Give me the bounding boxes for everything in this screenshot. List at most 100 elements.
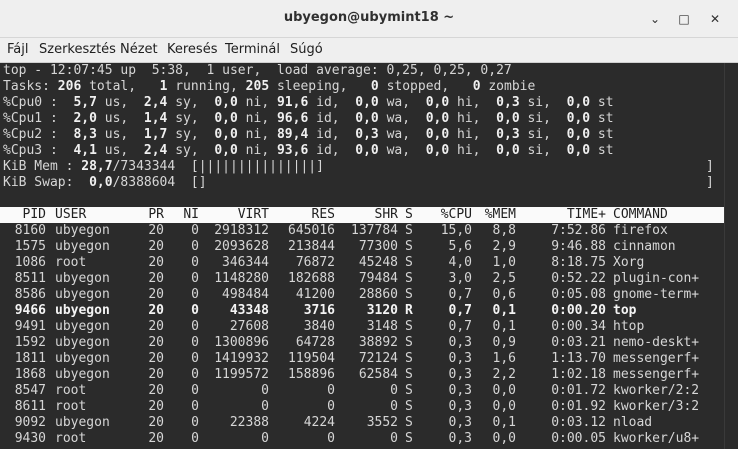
cell-shr: 0 [390,399,398,414]
cell-command: cinnamon [613,239,676,254]
cell-cpu: 0,3 [448,399,472,414]
column-header-ni[interactable]: NI [172,207,199,223]
column-header-command[interactable]: COMMAND [613,207,723,223]
menu-help[interactable]: Súgó [290,42,323,57]
menu-view[interactable]: Nézet [120,42,158,57]
minimize-icon[interactable]: ⌄ [648,12,662,26]
tasks-label: Tasks: [3,79,50,94]
cell-cpu: 5,6 [448,239,472,254]
column-header-mem[interactable]: %MEM [476,207,516,223]
table-row[interactable]: 8511 ubyegon 20 0 1148280 182688 79484 S 3,0 2,5 0… [0,271,724,287]
cpu-si: 0,0 [496,143,520,158]
cell-time: 0:03.21 [551,335,606,350]
cell-command: kworker/2:2 [613,383,700,398]
tasks-sleeping: 205 [245,79,270,94]
cpu-ni: 0,0 [214,143,238,158]
menu-file[interactable]: Fájl [7,42,28,57]
swap-label: KiB Swap: [3,175,74,190]
cpu-sy: 1,7 [143,127,168,142]
cell-ni: 0 [191,351,199,366]
cpu-hi: 0,0 [425,111,450,126]
table-row[interactable]: 9430 root 20 0 0 0 0 S 0,3 0,0 0:00.05 kworker/u8+ [0,431,724,447]
table-row[interactable]: 1086 root 20 0 346344 76872 45248 S 4,0 1,0 8:18.7… [0,255,724,271]
cpu-line: %Cpu3 : 4,1 us, 2,4 sy, 0,0 ni, 93,6 id,… [3,143,614,158]
menu-terminal[interactable]: Terminál [225,42,280,57]
table-row[interactable]: 1575 ubyegon 20 0 2093628 213844 77300 S 5,6 2,9 9… [0,239,724,255]
cell-mem: 0,9 [492,335,516,350]
cell-shr: 3552 [366,415,398,430]
cell-virt: 0 [261,399,269,414]
cell-user: ubyegon [55,223,110,238]
column-header-pr[interactable]: PR [140,207,164,223]
cell-virt: 498484 [222,287,269,302]
cell-ni: 0 [191,319,199,334]
column-header-user[interactable]: USER [55,207,135,223]
cell-pid: 9491 [14,319,46,334]
process-table-header[interactable]: PID USER PR NI VIRT RES SHR S %CPU %MEM TIME+ COMMA… [0,207,724,223]
cell-ni: 0 [191,415,199,430]
mem-bar: ||||||||||||||| [198,159,317,174]
menu-edit[interactable]: Szerkesztés [39,42,116,57]
column-header-shr[interactable]: SHR [340,207,398,223]
table-row[interactable]: 8160 ubyegon 20 0 2918312 645016 137784 S 15,0 8,… [0,223,724,239]
table-row[interactable]: 1868 ubyegon 20 0 1199572 158896 62584 S 0,3 2,2 1… [0,367,724,383]
cell-pid: 1086 [14,255,46,270]
column-header-time[interactable]: TIME+ [522,207,606,223]
column-header-state[interactable]: S [405,207,417,223]
column-header-res[interactable]: RES [274,207,335,223]
cell-state: S [405,239,413,254]
column-header-pid[interactable]: PID [0,207,46,223]
cell-pid: 1592 [14,335,46,350]
cpu-us: 4,1 [73,143,97,158]
cell-cpu: 0,3 [448,383,472,398]
close-icon[interactable]: ✕ [708,12,722,26]
cell-mem: 0,1 [492,415,516,430]
terminal-output[interactable]: top - 12:07:45 up 5:38, 1 user, load ave… [0,63,724,449]
cell-user: root [55,399,87,414]
tasks-stopped-label: stopped, [386,79,450,94]
cpu-line: %Cpu0 : 5,7 us, 2,4 sy, 0,0 ni, 91,6 id,… [3,95,614,110]
cpu-hi: 0,0 [425,95,450,110]
cell-pid: 1868 [14,367,46,382]
table-row[interactable]: 1811 ubyegon 20 0 1419932 119504 72124 S 0,3 1,6 1… [0,351,724,367]
cell-command: kworker/u8+ [613,431,700,446]
cell-pid: 8611 [14,399,46,414]
cell-time: 0:05.08 [551,287,606,302]
cell-pr: 20 [148,223,164,238]
cpu-wa: 0,0 [355,111,379,126]
cpu-st: 0,0 [566,127,591,142]
cpu-st: 0,0 [566,143,591,158]
tasks-total-label: total, [89,79,137,94]
table-row[interactable]: 9491 ubyegon 20 0 27608 3840 3148 S 0,7 0,1 0:00.3… [0,319,724,335]
cell-mem: 2,9 [492,239,516,254]
table-row[interactable]: 8611 root 20 0 0 0 0 S 0,3 0,0 0:01.92 kworker/3:2 [0,399,724,415]
tasks-running: 1 [159,79,168,94]
cell-command: Xorg [613,255,645,270]
cell-shr: 0 [390,383,398,398]
table-row[interactable]: 1592 ubyegon 20 0 1300896 64728 38892 S 0,3 0,9 0:… [0,335,724,351]
table-row[interactable]: 9092 ubyegon 20 0 22388 4224 3552 S 0,3 0,1 0:03.1… [0,415,724,431]
table-row[interactable]: 8547 root 20 0 0 0 0 S 0,3 0,0 0:01.72 kworker/2:2 [0,383,724,399]
column-header-virt[interactable]: VIRT [203,207,269,223]
table-row[interactable]: 8586 ubyegon 20 0 498484 41200 28860 S 0,7 0,6 0:0… [0,287,724,303]
cell-pr: 20 [148,303,164,318]
scrollbar[interactable] [724,63,738,449]
swap-total: 8388604 [120,175,176,190]
menu-search[interactable]: Keresés [167,42,217,57]
column-header-cpu[interactable]: %CPU [424,207,472,223]
cell-time: 0:03.12 [551,415,606,430]
cell-command: nload [613,415,653,430]
cell-cpu: 0,7 [448,319,472,334]
maximize-icon[interactable]: □ [677,12,691,26]
table-row[interactable]: 9466 ubyegon 20 0 43348 3716 3120 R 0,7 0,1 0:00.2… [0,303,724,319]
cell-ni: 0 [191,431,199,446]
cell-time: 0:01.92 [551,399,606,414]
title-bar[interactable]: ubyegon@ubymint18 ~ ⌄ □ ✕ [0,0,738,38]
cell-pid: 8586 [14,287,46,302]
cell-command: gnome-term+ [613,287,700,302]
cell-pr: 20 [148,239,164,254]
swap-bar-end: ] [706,175,714,190]
cell-cpu: 0,3 [448,431,472,446]
cell-state: S [405,287,413,302]
cell-time: 1:02.18 [551,367,606,382]
